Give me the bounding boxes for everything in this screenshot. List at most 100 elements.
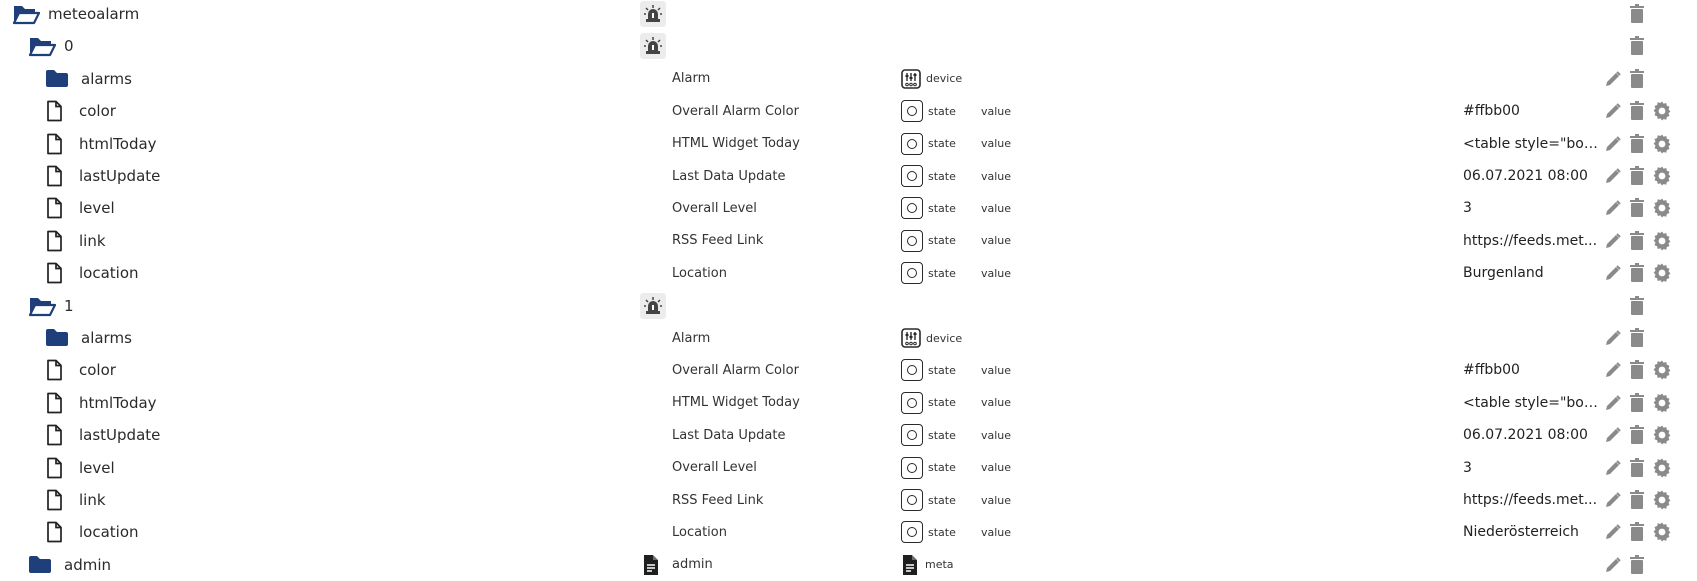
delete-icon[interactable] xyxy=(1627,263,1647,283)
row-name-cell: link xyxy=(45,225,106,257)
file-icon xyxy=(45,99,75,123)
edit-icon[interactable] xyxy=(1603,263,1623,283)
folder-open-icon[interactable] xyxy=(28,294,58,318)
edit-icon[interactable] xyxy=(1603,198,1623,218)
tree-row-htmlToday[interactable]: htmlToday HTML Widget Today state value <tab… xyxy=(0,128,1697,160)
delete-icon[interactable] xyxy=(1627,68,1647,89)
delete-icon[interactable] xyxy=(1627,457,1647,478)
delete-icon[interactable] xyxy=(1627,198,1647,218)
settings-icon[interactable] xyxy=(1652,522,1672,542)
row-name: 0 xyxy=(64,37,74,56)
object-type-label: state xyxy=(928,493,956,507)
object-type: state xyxy=(901,484,956,516)
tree-row-lastUpdate[interactable]: lastUpdate Last Data Update state value 06.0… xyxy=(0,160,1697,192)
meteoalarm-adapter-icon xyxy=(640,292,666,319)
tree-row-1[interactable]: 1 xyxy=(0,290,1697,322)
folder-open-icon[interactable] xyxy=(12,2,42,26)
delete-icon[interactable] xyxy=(1627,295,1647,316)
tree-row-link[interactable]: link RSS Feed Link state value https://feeds… xyxy=(0,225,1697,257)
object-value[interactable]: https://feeds.met... xyxy=(1463,484,1601,516)
edit-icon[interactable] xyxy=(1603,101,1623,121)
object-value[interactable]: <table style="bor... xyxy=(1463,128,1601,160)
edit-icon[interactable] xyxy=(1603,360,1623,380)
object-name: Overall Alarm Color xyxy=(672,103,799,119)
delete-icon[interactable] xyxy=(1627,490,1647,510)
object-value[interactable]: 06.07.2021 08:00 xyxy=(1463,160,1601,192)
delete-icon[interactable] xyxy=(1627,101,1647,121)
object-value[interactable]: #ffbb00 xyxy=(1463,95,1601,127)
tree-row-level[interactable]: level Overall Level state value 3 xyxy=(0,192,1697,224)
row-name-cell: level xyxy=(45,452,115,484)
state-icon xyxy=(901,165,923,187)
tree-row-location[interactable]: location Location state value Niederösterrei… xyxy=(0,516,1697,548)
edit-icon[interactable] xyxy=(1603,328,1623,348)
object-value[interactable]: 3 xyxy=(1463,192,1601,224)
settings-icon[interactable] xyxy=(1652,231,1672,251)
object-value[interactable]: https://feeds.met... xyxy=(1463,225,1601,257)
settings-icon[interactable] xyxy=(1652,393,1672,413)
edit-icon[interactable] xyxy=(1603,231,1623,251)
delete-icon[interactable] xyxy=(1627,36,1647,56)
edit-icon[interactable] xyxy=(1603,458,1623,478)
tree-row-htmlToday[interactable]: htmlToday HTML Widget Today state value <tab… xyxy=(0,387,1697,419)
tree-row-alarms[interactable]: alarms Alarm device xyxy=(0,322,1697,354)
delete-icon[interactable] xyxy=(1627,522,1647,542)
meta-icon xyxy=(901,554,919,576)
edit-icon[interactable] xyxy=(1603,393,1623,413)
object-value[interactable]: 06.07.2021 08:00 xyxy=(1463,419,1601,451)
folder-open-icon[interactable] xyxy=(28,34,58,58)
delete-icon[interactable] xyxy=(1627,166,1647,186)
folder-icon[interactable] xyxy=(45,67,75,91)
state-icon xyxy=(901,489,923,511)
tree-row-meteoalarm[interactable]: meteoalarm xyxy=(0,0,1697,30)
tree-row-location[interactable]: location Location state value Burgenland xyxy=(0,257,1697,289)
tree-row-link[interactable]: link RSS Feed Link state value https://feeds… xyxy=(0,484,1697,516)
settings-icon[interactable] xyxy=(1652,263,1672,283)
settings-icon[interactable] xyxy=(1652,198,1672,218)
object-role: value xyxy=(981,169,1012,183)
settings-icon[interactable] xyxy=(1652,166,1672,186)
tree-row-0[interactable]: 0 xyxy=(0,30,1697,62)
settings-icon[interactable] xyxy=(1652,134,1672,154)
settings-icon[interactable] xyxy=(1652,101,1672,121)
tree-row-color[interactable]: color Overall Alarm Color state value #ffbb0… xyxy=(0,354,1697,386)
tree-row-color[interactable]: color Overall Alarm Color state value #ffbb0… xyxy=(0,95,1697,127)
object-role: value xyxy=(981,525,1012,539)
edit-icon[interactable] xyxy=(1603,134,1623,154)
state-icon xyxy=(901,359,923,382)
row-name-cell: color xyxy=(45,354,116,386)
row-name-cell: link xyxy=(45,484,106,516)
object-value[interactable]: Niederösterreich xyxy=(1463,516,1601,548)
delete-icon[interactable] xyxy=(1627,554,1647,575)
settings-icon[interactable] xyxy=(1652,360,1672,380)
tree-row-admin[interactable]: admin admin meta xyxy=(0,549,1697,581)
edit-icon[interactable] xyxy=(1603,522,1623,542)
state-icon xyxy=(901,262,923,285)
edit-icon[interactable] xyxy=(1603,425,1623,445)
tree-row-level[interactable]: level Overall Level state value 3 xyxy=(0,452,1697,484)
delete-icon[interactable] xyxy=(1627,328,1647,348)
delete-icon[interactable] xyxy=(1627,425,1647,445)
tree-row-alarms[interactable]: alarms Alarm device xyxy=(0,63,1697,95)
edit-icon[interactable] xyxy=(1603,490,1623,510)
tree-row-lastUpdate[interactable]: lastUpdate Last Data Update state value 06.0… xyxy=(0,419,1697,451)
delete-icon[interactable] xyxy=(1627,360,1647,380)
folder-icon[interactable] xyxy=(45,326,75,350)
edit-icon[interactable] xyxy=(1603,166,1623,186)
object-value[interactable]: #ffbb00 xyxy=(1463,354,1601,386)
object-value[interactable]: Burgenland xyxy=(1463,257,1601,289)
delete-icon[interactable] xyxy=(1627,230,1647,251)
delete-icon[interactable] xyxy=(1627,4,1647,24)
edit-icon[interactable] xyxy=(1603,69,1623,89)
edit-icon[interactable] xyxy=(1603,555,1623,575)
settings-icon[interactable] xyxy=(1652,425,1672,445)
delete-icon[interactable] xyxy=(1627,392,1647,413)
settings-icon[interactable] xyxy=(1652,458,1672,478)
file-icon xyxy=(45,229,75,253)
folder-icon[interactable] xyxy=(28,553,58,577)
object-value[interactable]: <table style="bor... xyxy=(1463,387,1601,419)
object-value[interactable]: 3 xyxy=(1463,452,1601,484)
delete-icon[interactable] xyxy=(1627,133,1647,154)
row-name-cell: lastUpdate xyxy=(45,419,160,451)
settings-icon[interactable] xyxy=(1652,490,1672,510)
